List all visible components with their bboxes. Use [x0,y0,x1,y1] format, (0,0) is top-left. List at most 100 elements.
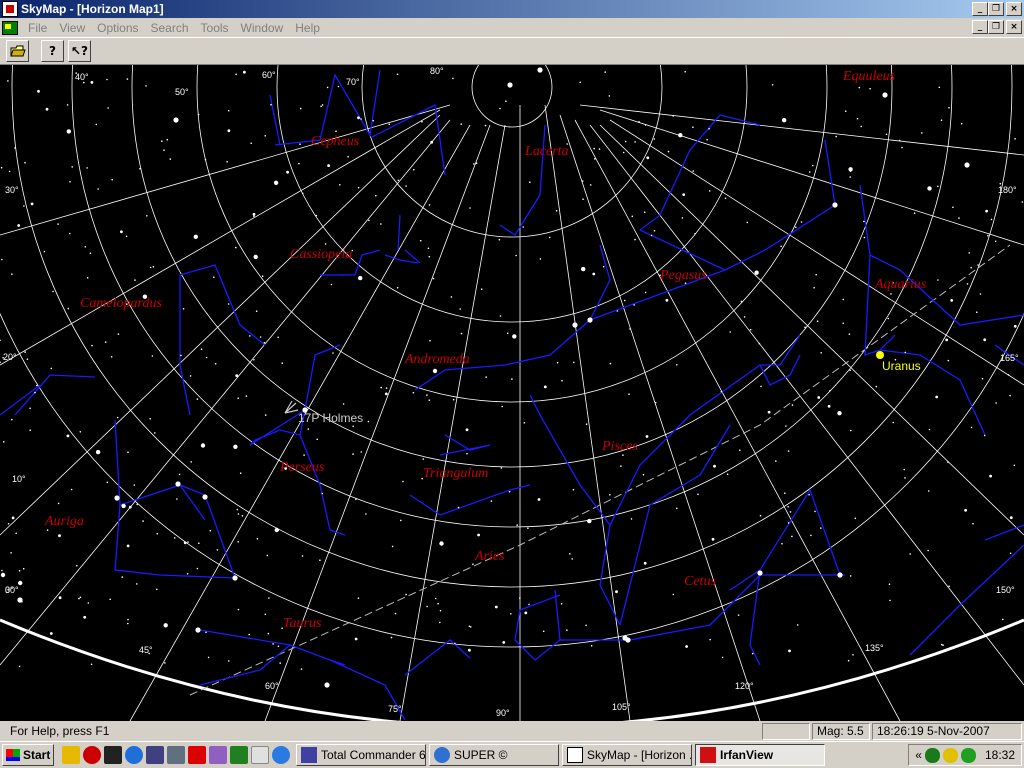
menu-tools[interactable]: Tools [195,21,235,35]
star [682,193,686,197]
start-button[interactable]: Start [2,744,54,766]
tray-gear-icon[interactable] [924,747,940,763]
quicklaunch-app-icon-7[interactable] [188,746,206,764]
star [898,139,901,142]
star [977,264,979,266]
menu-options[interactable]: Options [91,21,144,35]
shield-icon[interactable] [167,746,185,764]
star [775,460,777,462]
constellation-line [179,275,191,416]
doc-close-button[interactable]: × [1006,20,1022,34]
star [233,444,238,449]
restore-button[interactable]: ❐ [988,2,1004,16]
quicklaunch-app-icon-1[interactable] [62,746,80,764]
star [989,474,992,478]
star [681,217,684,219]
open-folder-icon [9,45,26,57]
close-button[interactable]: × [1006,2,1022,16]
bright-star [587,317,593,323]
star [694,233,696,235]
doc-restore-button[interactable]: ❐ [988,20,1004,34]
skymap-app-icon[interactable] [2,1,18,17]
azimuth-line [0,119,451,666]
star [97,188,99,190]
star [428,399,431,402]
document-icon[interactable] [2,20,18,35]
constellation-line [864,254,896,356]
star [848,333,851,336]
star [847,659,850,662]
horizon-sky-map[interactable]: 40° 50° 60° 70° 80° 30° 20° 10° 0° 180° 165° 150° 13… [0,65,1024,721]
star [391,545,394,548]
star [241,515,244,517]
star [384,392,388,396]
altitude-circle [131,65,893,468]
tray-app-icon[interactable] [942,747,958,763]
star [253,254,258,260]
star [781,542,783,545]
star [427,247,430,250]
task-skymap[interactable]: SkyMap - [Horizon ... [562,744,692,766]
star [268,597,270,599]
task-total-commander[interactable]: Total Commander 6.... [296,744,426,766]
star [1,258,3,261]
quicklaunch-app-icon-3[interactable] [104,746,122,764]
bright-star [537,67,543,73]
internet-explorer-icon[interactable] [125,746,143,764]
tray-network-icon[interactable] [960,747,976,763]
floppy-icon[interactable] [146,746,164,764]
star [71,166,73,168]
star [875,385,878,388]
star [858,86,861,89]
menu-file[interactable]: File [22,21,53,35]
constellation-line [758,334,801,386]
star [315,214,318,217]
star [787,505,789,508]
bright-star [324,682,330,688]
document-icon-ql[interactable] [251,746,269,764]
grid-label: 180° [998,185,1017,195]
star [633,304,635,306]
context-help-button[interactable]: ↖? [68,40,91,62]
menu-search[interactable]: Search [145,21,195,35]
star [128,505,132,509]
star [324,243,327,245]
star [589,184,592,186]
task-irfanview[interactable]: IrfanView [695,744,825,766]
menu-view[interactable]: View [53,21,91,35]
ie-icon-2[interactable] [272,746,290,764]
menu-help[interactable]: Help [289,21,326,35]
constellation-line [729,568,761,666]
star [330,283,333,286]
grid-label: 10° [12,474,26,484]
task-super[interactable]: SUPER © [429,744,559,766]
quicklaunch-app-icon-9[interactable] [230,746,248,764]
task-label: Total Commander 6.... [321,748,426,762]
star [87,602,90,604]
open-folder-button[interactable] [6,40,29,62]
star [106,78,108,81]
clock[interactable]: 18:32 [985,748,1015,762]
package-icon[interactable] [209,746,227,764]
altitude-circle [11,65,1013,588]
star [266,554,269,557]
tray-expand-chevron[interactable]: « [915,748,922,762]
star [198,542,200,544]
star [186,573,189,575]
menu-window[interactable]: Window [235,21,290,35]
star [109,598,111,601]
star [829,390,831,392]
star [380,223,382,225]
doc-minimize-button[interactable]: _ [972,20,988,34]
help-button[interactable]: ? [41,40,64,62]
opera-icon[interactable] [83,746,101,764]
star [630,518,633,520]
sky-map-canvas[interactable]: 40°50°60°70°80°30°20°10°0°180°165°150°13… [0,65,1024,721]
taskbar: Start Total Commander 6.... SUPER © SkyM… [0,741,1024,768]
azimuth-line [0,114,441,536]
star [164,662,166,664]
star [281,362,284,364]
star [419,239,422,242]
star [24,351,26,353]
minimize-button[interactable]: _ [972,2,988,16]
